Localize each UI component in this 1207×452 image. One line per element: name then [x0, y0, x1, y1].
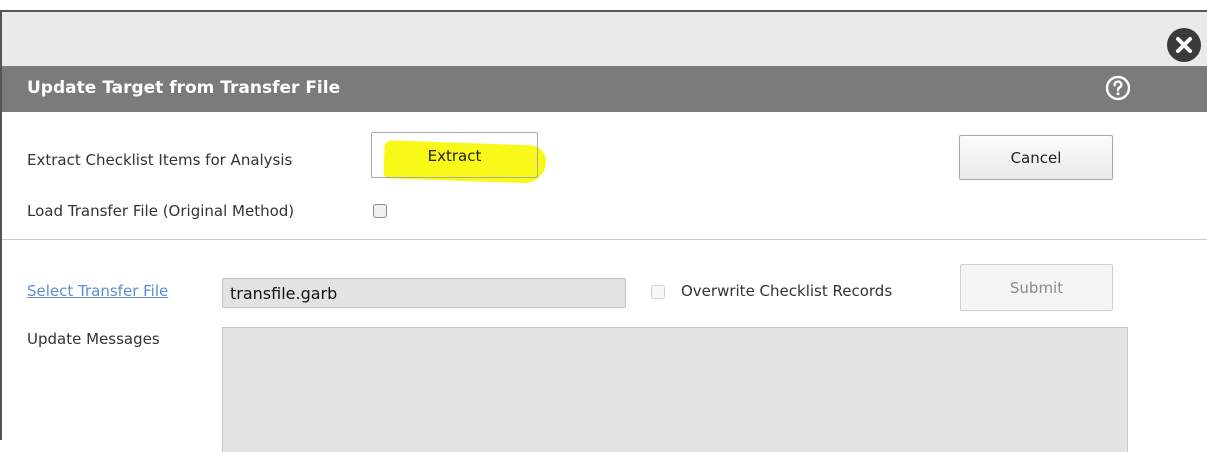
update-messages-label: Update Messages	[27, 330, 160, 348]
cancel-button[interactable]: Cancel	[959, 135, 1113, 180]
load-transfer-label: Load Transfer File (Original Method)	[27, 202, 295, 220]
help-button[interactable]	[1105, 75, 1131, 101]
dialog-title-bar: Update Target from Transfer File	[2, 66, 1207, 112]
transfer-file-field[interactable]: transfile.garb	[222, 278, 626, 308]
close-button[interactable]	[1167, 28, 1201, 62]
update-target-dialog: Update Target from Transfer File Extract…	[0, 10, 1207, 452]
select-transfer-file-link[interactable]: Select Transfer File	[27, 282, 168, 300]
load-transfer-checkbox[interactable]	[373, 204, 387, 218]
dialog-title: Update Target from Transfer File	[27, 78, 341, 98]
dialog-top-bar	[2, 12, 1207, 66]
extract-button[interactable]: Extract	[371, 132, 538, 178]
section-divider	[2, 239, 1207, 240]
overwrite-label: Overwrite Checklist Records	[681, 282, 893, 300]
submit-button[interactable]: Submit	[960, 264, 1113, 311]
close-icon	[1176, 37, 1192, 53]
overwrite-checkbox[interactable]	[651, 285, 665, 299]
update-messages-area[interactable]	[222, 327, 1128, 452]
help-icon	[1105, 75, 1131, 101]
extract-label: Extract Checklist Items for Analysis	[27, 151, 293, 169]
